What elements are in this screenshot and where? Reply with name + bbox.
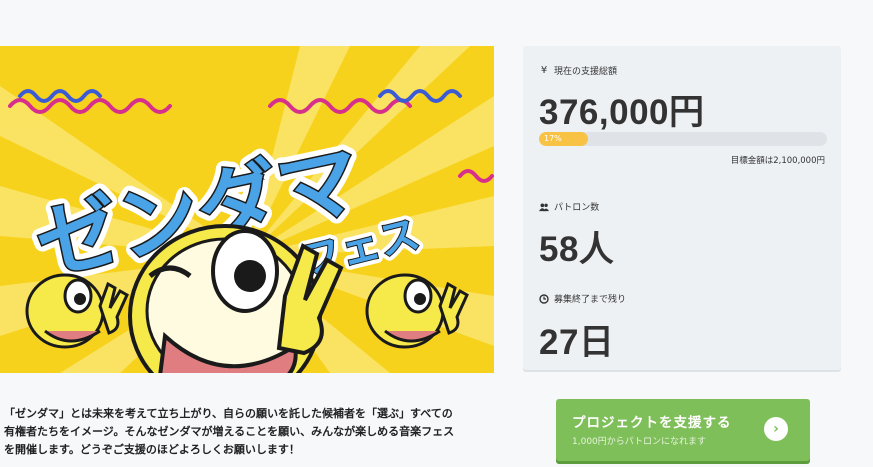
people-icon [539,202,549,212]
patron-count-label: パトロン数 [539,200,599,213]
patron-count-value: 58人 [539,230,615,269]
description-line: 有権者たちをイメージ。そんなゼンダマが増えることを願い、みんなが楽しめる音楽フェ… [4,425,455,438]
total-funding-label-text: 現在の支援総額 [554,67,618,77]
funding-progress-bar: 17% [539,132,827,146]
time-remaining-label: 募集終了まで残り [539,292,626,305]
funding-progress-fill: 17% [539,132,588,146]
time-remaining-value: 27日 [539,323,615,362]
funding-goal-text: 目標金額は2,100,000円 [730,156,825,166]
support-button-subtitle: 1,000円からパトロンになれます [572,437,707,447]
clock-icon [539,293,549,304]
patron-count-label-text: パトロン数 [554,203,600,213]
total-funding-label: ¥ 現在の支援総額 [539,64,617,77]
funding-stats-panel: ¥ 現在の支援総額 376,000円 17% 目標金額は2,100,000円 パ… [523,46,841,370]
support-button-title: プロジェクトを支援する [572,415,732,431]
support-project-button[interactable]: プロジェクトを支援する 1,000円からパトロンになれます › [556,399,810,461]
yen-icon: ¥ [540,65,548,76]
project-hero-image: ゼンダマ ゼンダマ フェス フェス [0,46,494,373]
chevron-right-icon: › [764,417,788,441]
mascot-character-main [128,224,344,373]
total-funding-value: 376,000円 [539,93,705,132]
time-remaining-label-text: 募集終了まで残り [554,295,627,305]
project-description: 「ゼンダマ」とは未来を考えて立ち上がり、自らの願いを託した候補者を「選ぶ」すべて… [4,405,504,459]
description-line: を開催します。どうぞご支援のほどよろしくお願いします！ [4,443,300,456]
description-line: 「ゼンダマ」とは未来を考えて立ち上がり、自らの願いを託した候補者を「選ぶ」すべて… [4,407,453,420]
